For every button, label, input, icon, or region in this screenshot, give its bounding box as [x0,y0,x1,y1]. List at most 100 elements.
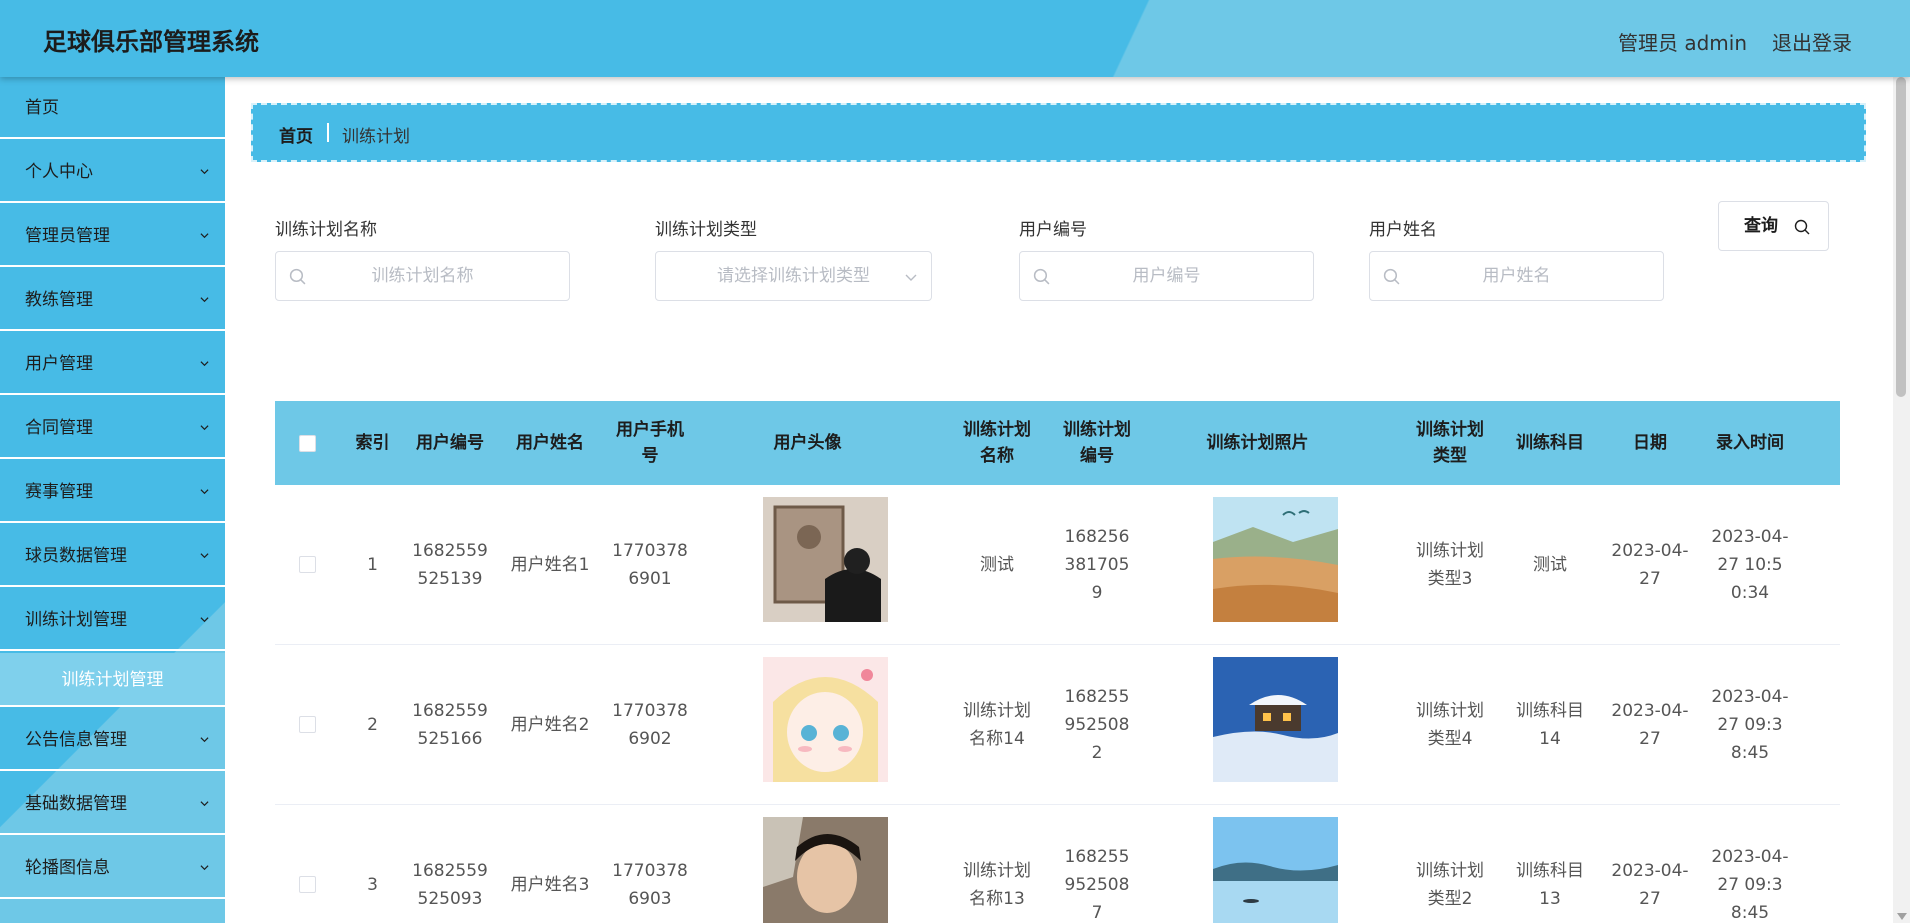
plan-type-label: 训练计划类型 [655,220,757,240]
plan-type-select[interactable]: 请选择训练计划类型 [655,251,932,301]
user-avatar-image[interactable] [763,497,888,622]
cell-user-phone: 17703786902 [612,701,688,749]
sidebar-item-coach-management[interactable]: 教练管理 [0,269,225,331]
user-no-input[interactable]: 用户编号 [1019,251,1314,301]
sidebar-item-notice-management[interactable]: 公告信息管理 [0,709,225,771]
col-plan-photo: 训练计划照片 [1206,433,1309,453]
cell-plan-type: 训练计划类型2 [1416,861,1484,909]
col-user-avatar: 用户头像 [773,433,842,453]
cell-entered-time: 2023-04-27 09:38:45 [1711,847,1789,923]
chevron-down-icon [200,617,209,623]
row-checkbox[interactable] [299,556,316,573]
chevron-down-icon [200,425,209,431]
plan-name-input[interactable]: 训练计划名称 [275,251,570,301]
sidebar-item-label: 管理员管理 [25,226,110,246]
cell-date: 2023-04-27 [1611,861,1689,909]
cell-plan-name: 测试 [980,555,1014,575]
chevron-down-icon [200,865,209,871]
breadcrumb-separator [327,123,329,142]
sidebar-item-label: 合同管理 [25,418,93,438]
cell-date: 2023-04-27 [1611,701,1689,749]
chevron-down-icon [200,297,209,303]
chevron-down-icon [200,553,209,559]
table-header: 索引 用户编号 用户姓名 用户手机号 用户头像 训练计划名称 训练计划编号 训练… [275,401,1840,485]
cell-user-no: 1682559525139 [412,541,488,589]
query-button[interactable]: 查询 [1718,201,1829,251]
search-icon [289,268,306,285]
cell-subject: 训练科目13 [1516,861,1584,909]
sidebar-item-basic-data-management[interactable]: 基础数据管理 [0,773,225,835]
chevron-down-icon [200,169,209,175]
cell-date: 2023-04-27 [1611,541,1689,589]
sidebar-item-player-data-management[interactable]: 球员数据管理 [0,525,225,587]
col-entered-time: 录入时间 [1716,433,1784,453]
cell-user-no: 1682559525093 [412,861,488,909]
sidebar-item-label: 公告信息管理 [25,730,127,750]
sidebar-item-admin-management[interactable]: 管理员管理 [0,205,225,267]
scrollbar-thumb[interactable] [1896,77,1906,397]
col-plan-no: 训练计划编号 [1063,420,1131,466]
col-plan-name: 训练计划名称 [963,420,1031,466]
sidebar-item-label: 用户管理 [25,354,93,374]
cell-entered-time: 2023-04-27 10:50:34 [1711,527,1789,603]
sidebar-item-home[interactable]: 首页 [0,77,225,139]
page-scrollbar[interactable] [1893,77,1910,923]
sidebar-item-training-plan-management[interactable]: 训练计划管理 [0,589,225,651]
logout-button[interactable]: 退出登录 [1772,27,1852,56]
table-row[interactable]: 3 1682559525093 用户姓名3 17703786903 训练计划名称… [275,805,1840,923]
query-button-label: 查询 [1744,216,1778,236]
user-avatar-image[interactable] [763,657,888,782]
plan-photo-image[interactable] [1213,817,1338,923]
sidebar-item-label: 基础数据管理 [25,794,127,814]
search-icon [1794,219,1810,235]
cell-user-name: 用户姓名1 [510,555,590,575]
app-title: 足球俱乐部管理系统 [43,28,259,56]
sidebar-item-user-management[interactable]: 用户管理 [0,333,225,395]
search-icon [1383,268,1400,285]
scroll-down-icon[interactable] [1897,913,1907,920]
sidebar: 首页 个人中心 管理员管理 教练管理 用户管理 合同管理 赛事管理 球员数据管理… [0,77,225,923]
sidebar-item-label: 赛事管理 [25,482,93,502]
sidebar-item-label: 球员数据管理 [25,546,127,566]
select-all-checkbox[interactable] [299,435,316,452]
cell-user-no: 1682559525166 [412,701,488,749]
cell-user-phone: 17703786901 [612,541,688,589]
col-user-phone: 用户手机号 [616,420,684,466]
cell-index: 1 [367,555,378,575]
breadcrumb: 首页 训练计划 [251,103,1866,162]
sidebar-item-personal-center[interactable]: 个人中心 [0,141,225,203]
col-index: 索引 [355,433,390,453]
plan-photo-image[interactable] [1213,497,1338,622]
cell-index: 3 [367,875,378,895]
cell-plan-no: 1682559525082 [1064,687,1130,763]
col-user-name: 用户姓名 [516,433,584,453]
sidebar-item-contract-management[interactable]: 合同管理 [0,397,225,459]
row-checkbox[interactable] [299,716,316,733]
col-user-no: 用户编号 [416,433,484,453]
sidebar-item-label: 训练计划管理 [25,610,127,630]
sidebar-item-match-management[interactable]: 赛事管理 [0,461,225,523]
sidebar-item-carousel-info[interactable]: 轮播图信息 [0,837,225,899]
cell-plan-no: 1682563817059 [1064,527,1130,603]
chevron-down-icon [200,489,209,495]
cell-plan-type: 训练计划类型4 [1416,701,1484,749]
cell-index: 2 [367,715,378,735]
user-avatar-image[interactable] [763,817,888,923]
app-header: 足球俱乐部管理系统 管理员 admin 退出登录 [0,0,1910,77]
col-date: 日期 [1633,433,1667,453]
sidebar-item-label: 首页 [25,98,59,118]
breadcrumb-home[interactable]: 首页 [279,122,313,147]
plan-photo-image[interactable] [1213,657,1338,782]
row-checkbox[interactable] [299,876,316,893]
user-name-input[interactable]: 用户姓名 [1369,251,1664,301]
sidebar-item-label: 教练管理 [25,290,93,310]
cell-plan-no: 1682559525087 [1064,847,1130,923]
user-name-placeholder: 用户姓名 [1482,266,1551,286]
sidebar-item-label: 轮播图信息 [25,858,110,878]
table-row[interactable]: 1 1682559525139 用户姓名1 17703786901 测试 168… [275,485,1840,645]
col-subject: 训练科目 [1516,433,1584,453]
table-row[interactable]: 2 1682559525166 用户姓名2 17703786902 训练计划名称… [275,645,1840,805]
sidebar-subitem-training-plan[interactable]: 训练计划管理 [0,653,225,707]
plan-name-label: 训练计划名称 [275,220,377,240]
sidebar-item-label: 个人中心 [25,162,93,182]
